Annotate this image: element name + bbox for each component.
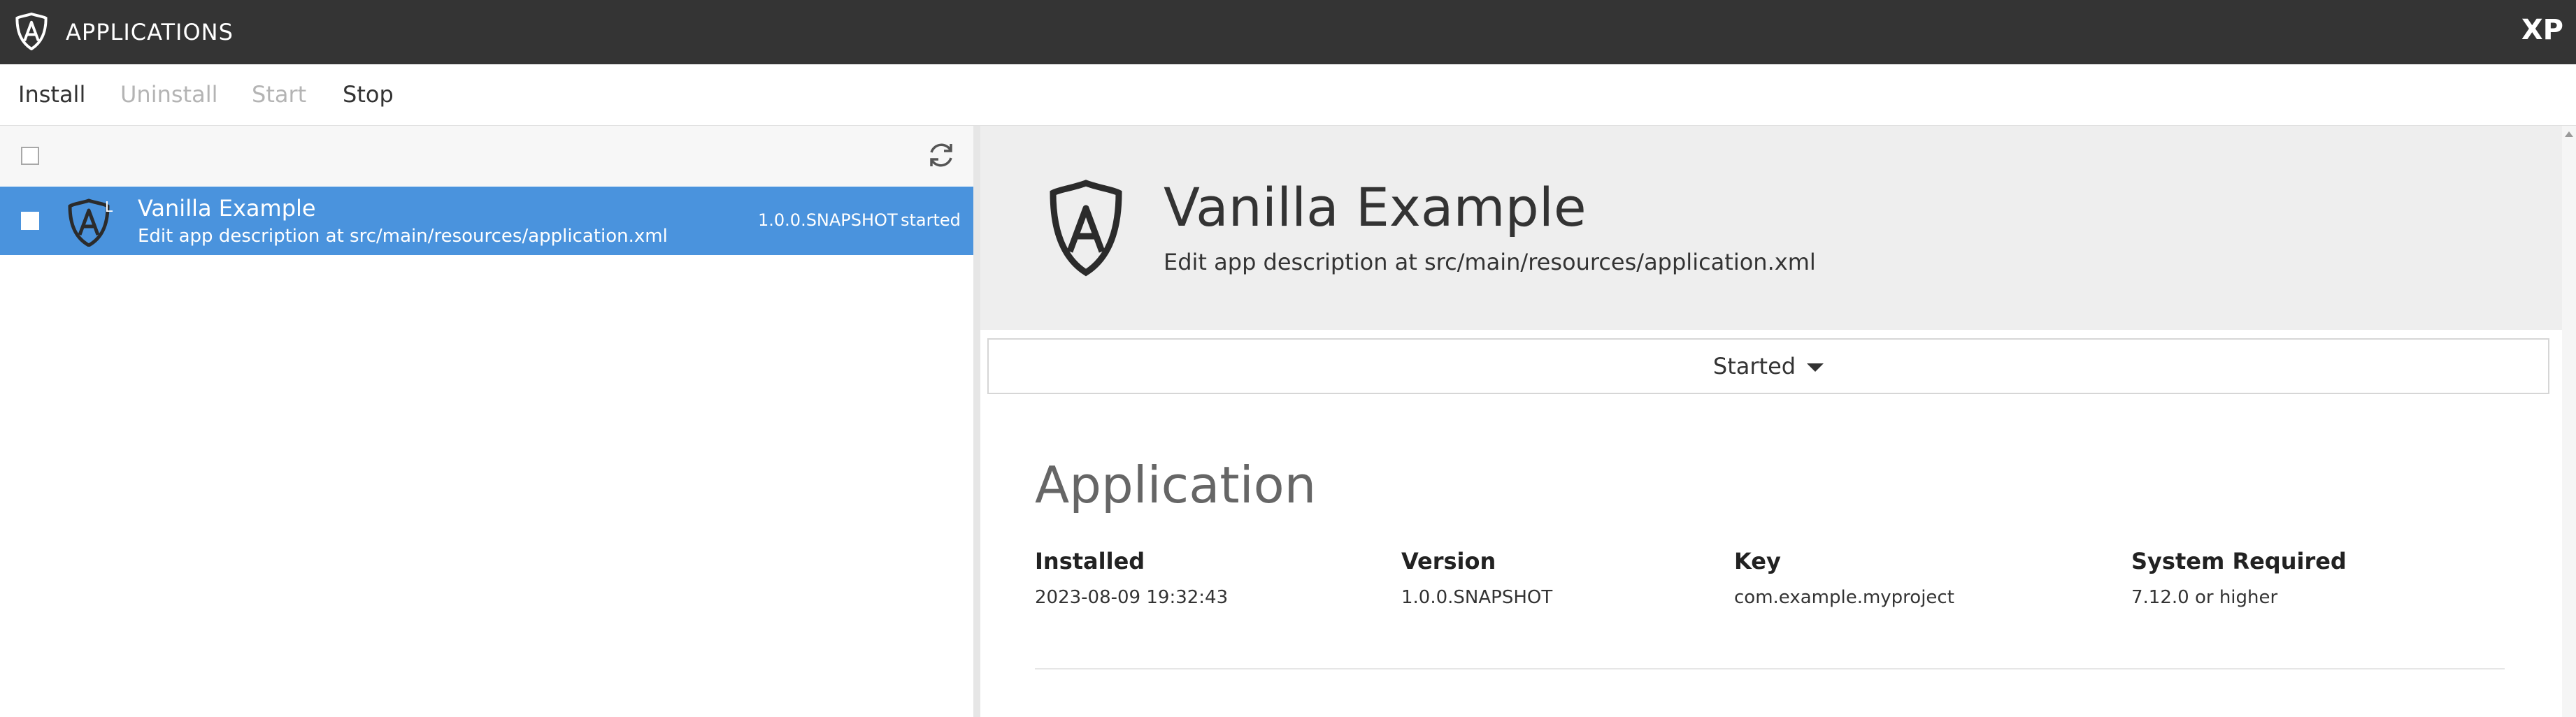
row-version: 1.0.0.SNAPSHOT [758, 210, 898, 230]
toolbar: Install Uninstall Start Stop [0, 64, 2576, 126]
refresh-icon[interactable] [924, 138, 958, 172]
version-value: 1.0.0.SNAPSHOT [1401, 587, 1553, 608]
install-button[interactable]: Install [18, 64, 85, 125]
local-badge: L [105, 198, 113, 215]
list-item[interactable]: L Vanilla Example Edit app description a… [0, 187, 973, 255]
start-button[interactable]: Start [252, 64, 306, 125]
version-label: Version [1401, 548, 1496, 574]
panel-splitter[interactable] [973, 126, 980, 717]
application-shield-icon [1050, 180, 1122, 277]
enonic-shield-icon[interactable] [14, 13, 49, 50]
status-dropdown-label: Started [1712, 353, 1796, 379]
app-title: APPLICATIONS [66, 19, 234, 45]
application-details: Vanilla Example Edit app description at … [980, 126, 2576, 717]
list-header [0, 126, 973, 186]
row-status: started [901, 210, 961, 230]
select-all-checkbox[interactable] [21, 147, 39, 165]
detail-scrollbar[interactable] [2562, 126, 2576, 717]
key-label: Key [1734, 548, 1781, 574]
installed-label: Installed [1035, 548, 1145, 574]
scroll-up-icon[interactable] [2565, 131, 2573, 137]
row-title: Vanilla Example [138, 195, 316, 222]
uninstall-button[interactable]: Uninstall [120, 64, 217, 125]
detail-header: Vanilla Example Edit app description at … [980, 126, 2576, 330]
application-shield-icon: L [68, 198, 113, 247]
stop-button[interactable]: Stop [343, 64, 394, 125]
xp-logo[interactable]: XP [2521, 0, 2563, 64]
detail-description: Edit app description at src/main/resourc… [1164, 249, 1816, 275]
application-list: L Vanilla Example Edit app description a… [0, 126, 973, 717]
detail-title: Vanilla Example [1164, 176, 1587, 238]
section-divider [1035, 668, 2505, 669]
row-description: Edit app description at src/main/resourc… [138, 226, 668, 247]
app-header: APPLICATIONS XP [0, 0, 2576, 64]
system-required-value: 7.12.0 or higher [2131, 587, 2278, 608]
status-dropdown[interactable]: Started [987, 338, 2549, 394]
row-checkbox[interactable] [21, 212, 39, 230]
system-required-label: System Required [2131, 548, 2347, 574]
installed-value: 2023-08-09 19:32:43 [1035, 587, 1229, 608]
section-title: Application [1035, 456, 1317, 514]
caret-down-icon [1807, 363, 1824, 372]
key-value: com.example.myproject [1734, 587, 1954, 608]
